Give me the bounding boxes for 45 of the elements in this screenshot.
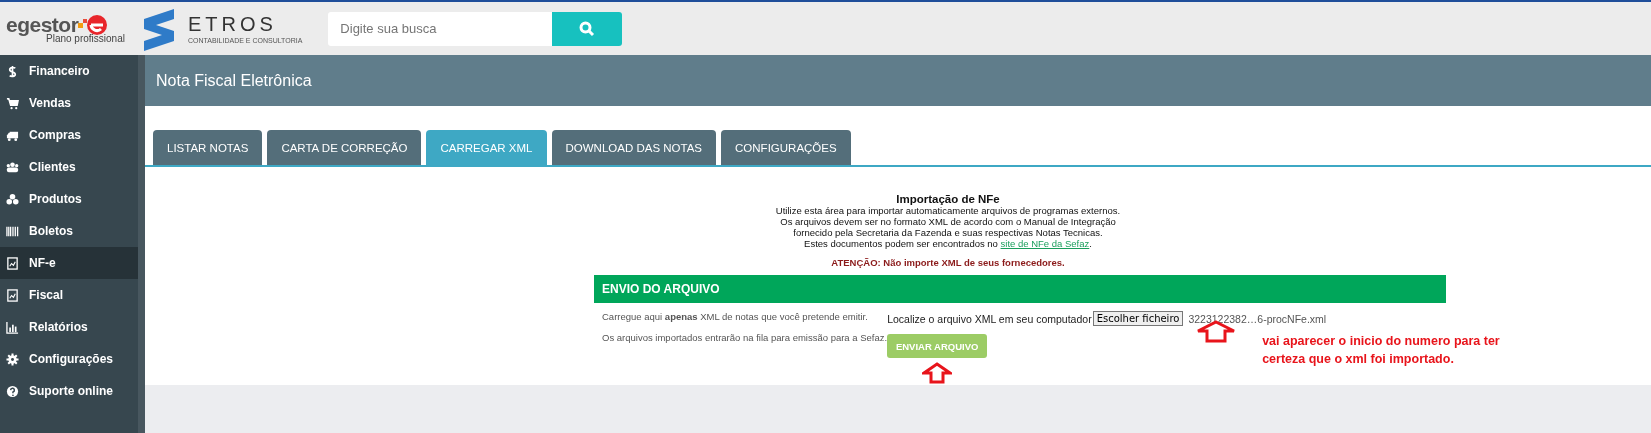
sidebar-item[interactable]: Boletos bbox=[0, 215, 138, 247]
search-button[interactable] bbox=[552, 11, 623, 46]
search-icon bbox=[579, 20, 596, 37]
note-text: Carregue aqui apenas XML de notas que você pretende emitir. bbox=[602, 311, 869, 322]
sidebar-item[interactable]: Compras bbox=[0, 119, 138, 151]
tab[interactable]: LISTAR NOTAS bbox=[153, 130, 263, 165]
note-text: Os arquivos importados entrarão na fila para emissão para a Sefaz. bbox=[602, 332, 888, 343]
file-label: Localize o arquivo XML em seu computador bbox=[887, 312, 1092, 325]
tab[interactable]: CARTA DE CORREÇÃO bbox=[267, 130, 422, 165]
sidebar-item[interactable]: Suporte online bbox=[0, 375, 138, 407]
sidebar-item[interactable]: Clientes bbox=[0, 151, 138, 183]
dollar-icon bbox=[6, 64, 19, 78]
tab[interactable]: CONFIGURAÇÕES bbox=[721, 130, 851, 165]
sidebar-item[interactable]: Financeiro bbox=[0, 55, 138, 87]
page-title: Nota Fiscal Eletrônica bbox=[156, 71, 312, 90]
people-icon bbox=[6, 160, 19, 174]
search-field[interactable]: Digite sua busca bbox=[328, 11, 553, 46]
file-name: 3223122382…6-procNFe.xml bbox=[1188, 312, 1327, 325]
sidebar-item[interactable]: Fiscal bbox=[0, 279, 138, 311]
description-text: Estes documentos podem ser encontrados no site de NFe da Sefaz. bbox=[804, 238, 1092, 249]
tab[interactable]: DOWNLOAD DAS NOTAS bbox=[551, 130, 717, 165]
sidebar-item[interactable]: Relatórios bbox=[0, 311, 138, 343]
document-icon bbox=[6, 256, 19, 270]
description-text: fornecido pela Secretaria da Fazenda e suas respectivas Notas Tecnicas. bbox=[793, 227, 1103, 238]
annotation-text: vai aparecer o inicio do numero para ter certeza que o xml foi importado. bbox=[1262, 333, 1501, 368]
warning-text: ATENÇÃO: Não importe XML de seus fornecedores. bbox=[831, 257, 1065, 268]
choose-file-button[interactable]: Escolher ficheiro bbox=[1092, 311, 1184, 326]
brand-logo-text: egestor bbox=[6, 13, 79, 36]
plan-label: Plano profissional bbox=[46, 33, 126, 44]
help-icon bbox=[6, 384, 19, 398]
gear-icon bbox=[6, 352, 19, 366]
section-title: ENVIO DO ARQUIVO bbox=[602, 282, 720, 296]
barcode-icon bbox=[6, 224, 19, 238]
sidebar-item[interactable]: Produtos bbox=[0, 183, 138, 215]
sidebar-item[interactable]: NF-e bbox=[0, 247, 138, 279]
bar-chart-icon bbox=[6, 320, 19, 334]
description-text: Os arquivos devem ser no formato XML de acordo com o Manual de Integração bbox=[780, 216, 1116, 227]
sidebar-item[interactable]: Configurações bbox=[0, 343, 138, 375]
section-heading: Importação de NFe bbox=[896, 193, 1000, 205]
document-icon bbox=[6, 288, 19, 302]
partner-logo-text: ETROS bbox=[188, 11, 277, 36]
description-text: Utilize esta área para importar automaticamente arquivos de programas externos. bbox=[775, 205, 1121, 216]
sidebar-item[interactable]: Vendas bbox=[0, 87, 138, 119]
boxes-icon bbox=[6, 192, 19, 206]
cart-icon bbox=[6, 96, 19, 110]
